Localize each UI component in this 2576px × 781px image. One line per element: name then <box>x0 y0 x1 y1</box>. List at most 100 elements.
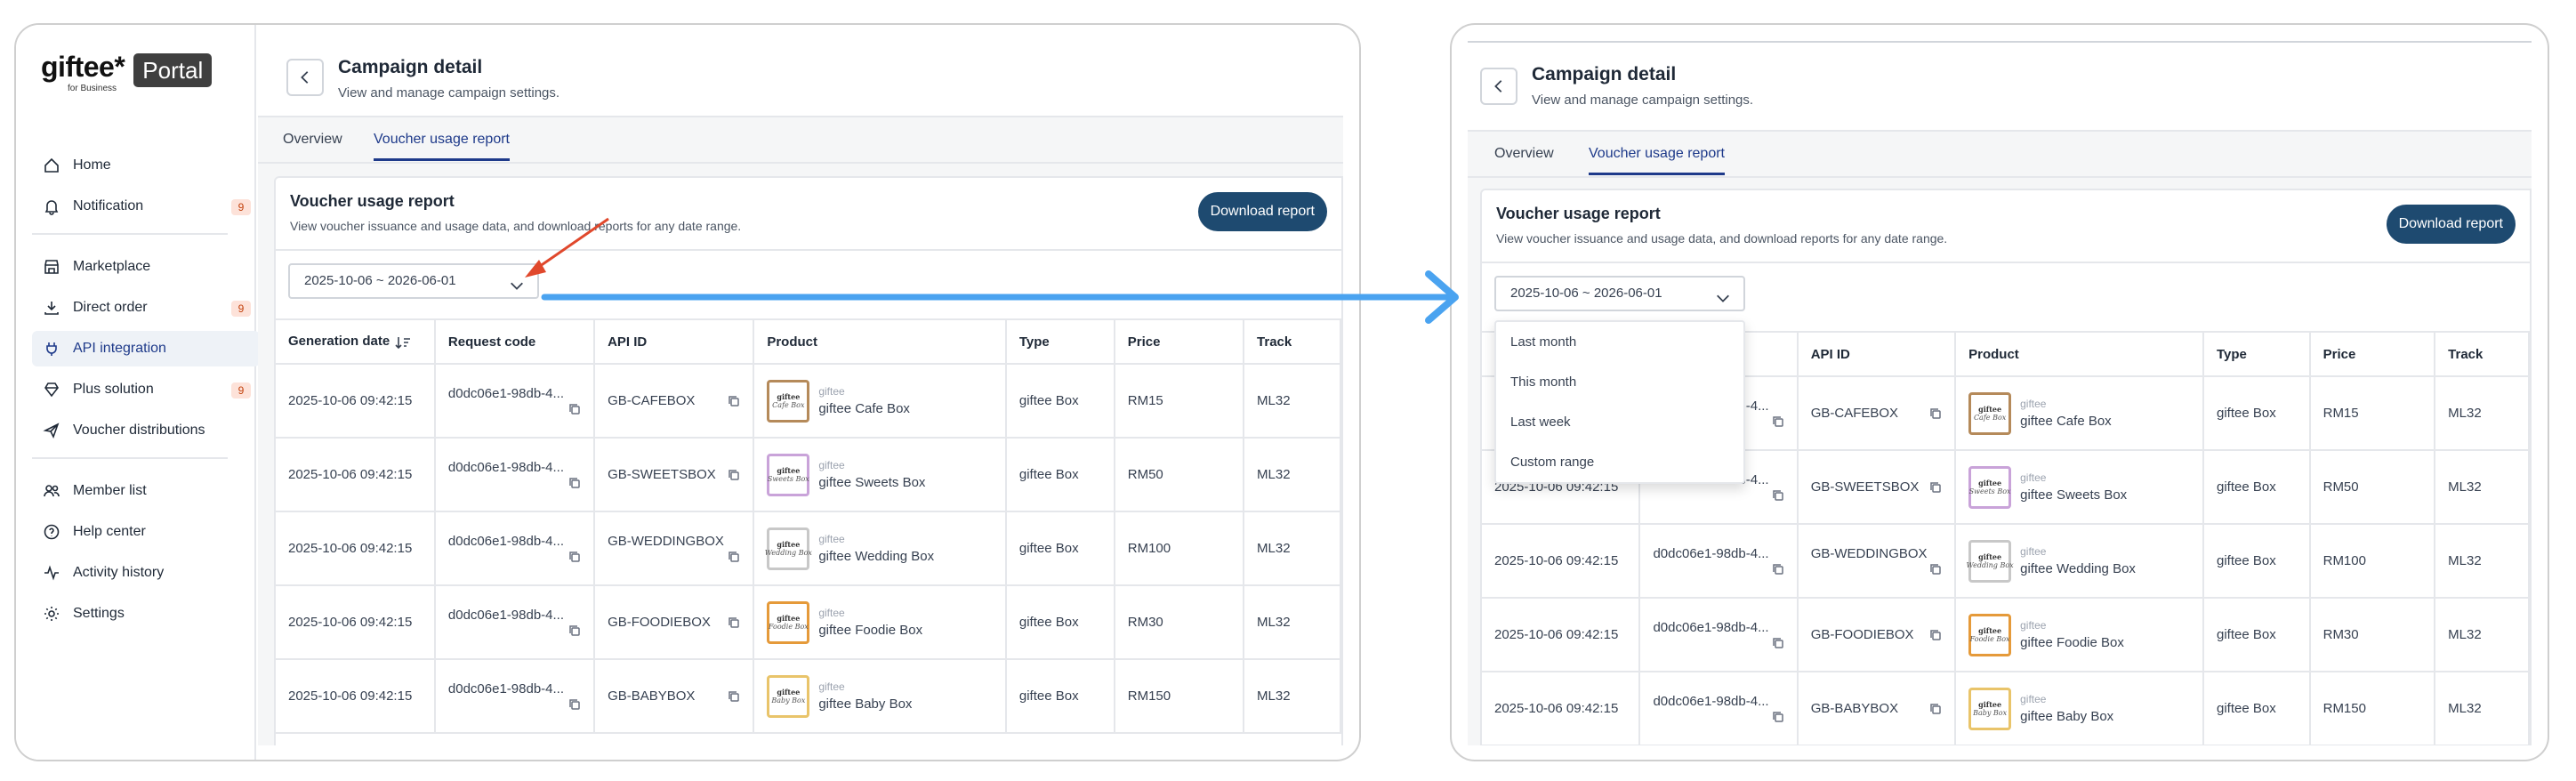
cell-track: ML32 <box>1244 511 1341 586</box>
api-id-value: GB-SWEETSBOX <box>1810 479 1920 495</box>
column-header-price: Price <box>1114 318 1245 365</box>
cell-price: RM50 <box>2309 450 2436 525</box>
cell-track: ML32 <box>2435 376 2530 451</box>
tab-voucher-usage-report[interactable]: Voucher usage report <box>374 132 510 161</box>
product-name: giftee Sweets Box <box>2020 487 2128 503</box>
sidebar-item-plus-solution[interactable]: Plus solution 9 <box>32 372 260 407</box>
divider <box>276 249 1341 251</box>
download-report-button[interactable]: Download report <box>2386 205 2516 244</box>
product-name: giftee Cafe Box <box>818 401 910 416</box>
sidebar-item-label: Activity history <box>73 565 165 580</box>
table-row: 2025-10-06 09:42:15 d0dc06e1-98db-4... G… <box>276 659 1341 734</box>
copy-icon[interactable] <box>568 624 581 637</box>
table-row: 2025-10-06 09:42:15 d0dc06e1-98db-4... G… <box>276 364 1341 439</box>
copy-icon[interactable] <box>568 551 581 563</box>
copy-icon[interactable] <box>1929 703 1942 715</box>
copy-icon[interactable] <box>568 477 581 489</box>
api-id-value: GB-WEDDINGBOX <box>608 534 724 549</box>
price-value: RM150 <box>1127 688 1171 704</box>
request-code-value: d0dc06e1-98db-4... <box>447 681 565 696</box>
copy-icon[interactable] <box>1772 637 1784 649</box>
copy-icon[interactable] <box>568 698 581 711</box>
sidebar-item-activity-history[interactable]: Activity history <box>32 555 260 591</box>
product-thumbnail: giftee Foodie Box <box>767 600 810 644</box>
tab-overview[interactable]: Overview <box>283 132 342 158</box>
copy-icon[interactable] <box>568 403 581 415</box>
generation-date-value: 2025-10-06 09:42:15 <box>1494 553 1619 568</box>
sidebar-item-settings[interactable]: Settings <box>32 596 260 632</box>
date-range-select[interactable]: 2025-10-06 ~ 2026-06-01 <box>1494 276 1745 311</box>
request-code-value: d0dc06e1-98db-4... <box>447 460 565 475</box>
thumbnail-label: Baby Box <box>1973 708 2008 717</box>
column-header-track: Track <box>1244 318 1341 365</box>
sidebar-item-notification[interactable]: Notification 9 <box>32 189 260 224</box>
sidebar-item-label: Marketplace <box>73 259 151 274</box>
cell-track: ML32 <box>2435 524 2530 599</box>
bell-icon <box>43 197 60 215</box>
copy-icon[interactable] <box>728 551 740 563</box>
sidebar-item-help-center[interactable]: Help center <box>32 514 260 550</box>
tab-voucher-usage-report[interactable]: Voucher usage report <box>1589 146 1725 175</box>
generation-date-value: 2025-10-06 09:42:15 <box>288 615 413 630</box>
copy-icon[interactable] <box>1772 489 1784 502</box>
product-name: giftee Baby Box <box>2020 709 2114 724</box>
request-code-value: d0dc06e1-98db-4... <box>1653 546 1769 561</box>
copy-icon[interactable] <box>728 616 740 629</box>
product-text: giftee giftee Sweets Box <box>818 459 925 490</box>
type-value: giftee Box <box>1018 393 1079 408</box>
column-header-generation-date[interactable]: Generation date <box>276 318 436 365</box>
tab-overview[interactable]: Overview <box>1494 146 1554 173</box>
back-button[interactable] <box>1480 68 1517 105</box>
cell-api-id: GB-BABYBOX <box>594 659 755 734</box>
generation-date-value: 2025-10-06 09:42:15 <box>288 467 413 482</box>
column-header-label: Track <box>2448 346 2483 362</box>
cell-generation-date: 2025-10-06 09:42:15 <box>1482 672 1641 745</box>
copy-icon[interactable] <box>728 469 740 481</box>
sidebar-item-home[interactable]: Home <box>32 148 260 183</box>
copy-icon[interactable] <box>1929 563 1942 576</box>
request-code-value: d0dc06e1-98db-4... <box>447 386 565 401</box>
copy-icon[interactable] <box>1772 415 1784 428</box>
copy-icon[interactable] <box>1772 711 1784 723</box>
date-range-select[interactable]: 2025-10-06 ~ 2026-06-01 <box>288 263 539 299</box>
cell-generation-date: 2025-10-06 09:42:15 <box>276 659 436 734</box>
product-thumbnail: giftee Wedding Box <box>765 527 812 570</box>
sidebar-item-label: Notification <box>73 198 144 213</box>
copy-icon[interactable] <box>728 395 740 407</box>
copy-icon[interactable] <box>1929 629 1942 641</box>
copy-icon[interactable] <box>728 690 740 703</box>
cell-generation-date: 2025-10-06 09:42:15 <box>1482 598 1641 672</box>
sidebar-item-voucher-distributions[interactable]: Voucher distributions <box>32 413 260 448</box>
option-last-week[interactable]: Last week <box>1496 402 1743 442</box>
column-header-type: Type <box>1005 318 1115 365</box>
sidebar-item-member-list[interactable]: Member list <box>32 473 260 509</box>
sidebar-item-api-integration[interactable]: API integration <box>32 331 260 366</box>
price-value: RM30 <box>2322 627 2359 642</box>
sidebar-item-direct-order[interactable]: Direct order 9 <box>32 290 260 326</box>
copy-icon[interactable] <box>1929 407 1942 420</box>
product-thumbnail: giftee Baby Box <box>767 674 810 718</box>
option-last-month[interactable]: Last month <box>1496 322 1743 362</box>
cell-product: giftee Wedding Box giftee giftee Wedding… <box>1955 524 2204 599</box>
download-report-button[interactable]: Download report <box>1197 192 1327 231</box>
cell-api-id: GB-SWEETSBOX <box>594 438 755 512</box>
copy-icon[interactable] <box>1772 563 1784 576</box>
activity-icon <box>43 564 60 582</box>
thumbnail-brand: giftee <box>1978 625 2002 635</box>
chevron-left-icon <box>1494 80 1502 93</box>
sidebar-item-marketplace[interactable]: Marketplace <box>32 249 260 285</box>
copy-icon[interactable] <box>1929 481 1942 494</box>
product-text: giftee giftee Cafe Box <box>818 385 910 416</box>
back-button[interactable] <box>286 59 324 96</box>
sort-icon[interactable] <box>395 335 411 350</box>
type-value: giftee Box <box>1018 615 1079 630</box>
option-custom-range[interactable]: Custom range <box>1496 442 1743 482</box>
track-value: ML32 <box>2448 701 2482 716</box>
tab-bar: Overview Voucher usage report <box>1468 133 2532 178</box>
logo[interactable]: giftee* for Business Portal <box>41 52 213 93</box>
product-name: giftee Wedding Box <box>2020 561 2136 576</box>
sidebar-item-label: Member list <box>73 483 147 498</box>
date-range-value: 2025-10-06 ~ 2026-06-01 <box>1510 286 1662 301</box>
option-this-month[interactable]: This month <box>1496 362 1743 402</box>
page-subtitle: View and manage campaign settings. <box>1532 93 1754 108</box>
